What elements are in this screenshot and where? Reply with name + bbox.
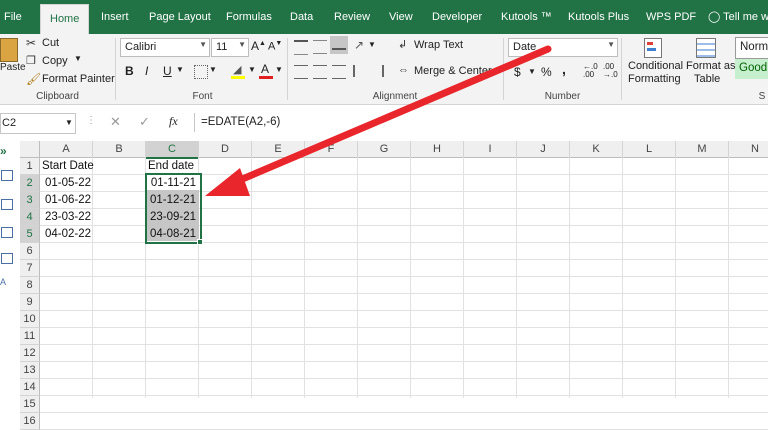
arrow-shaft (222, 45, 552, 190)
arrow-head (205, 168, 250, 196)
row-header-16[interactable]: 16 (20, 413, 40, 430)
row-header-15[interactable]: 15 (20, 396, 40, 413)
annotation-arrow (205, 45, 552, 196)
gridline-horizontal (40, 412, 768, 413)
